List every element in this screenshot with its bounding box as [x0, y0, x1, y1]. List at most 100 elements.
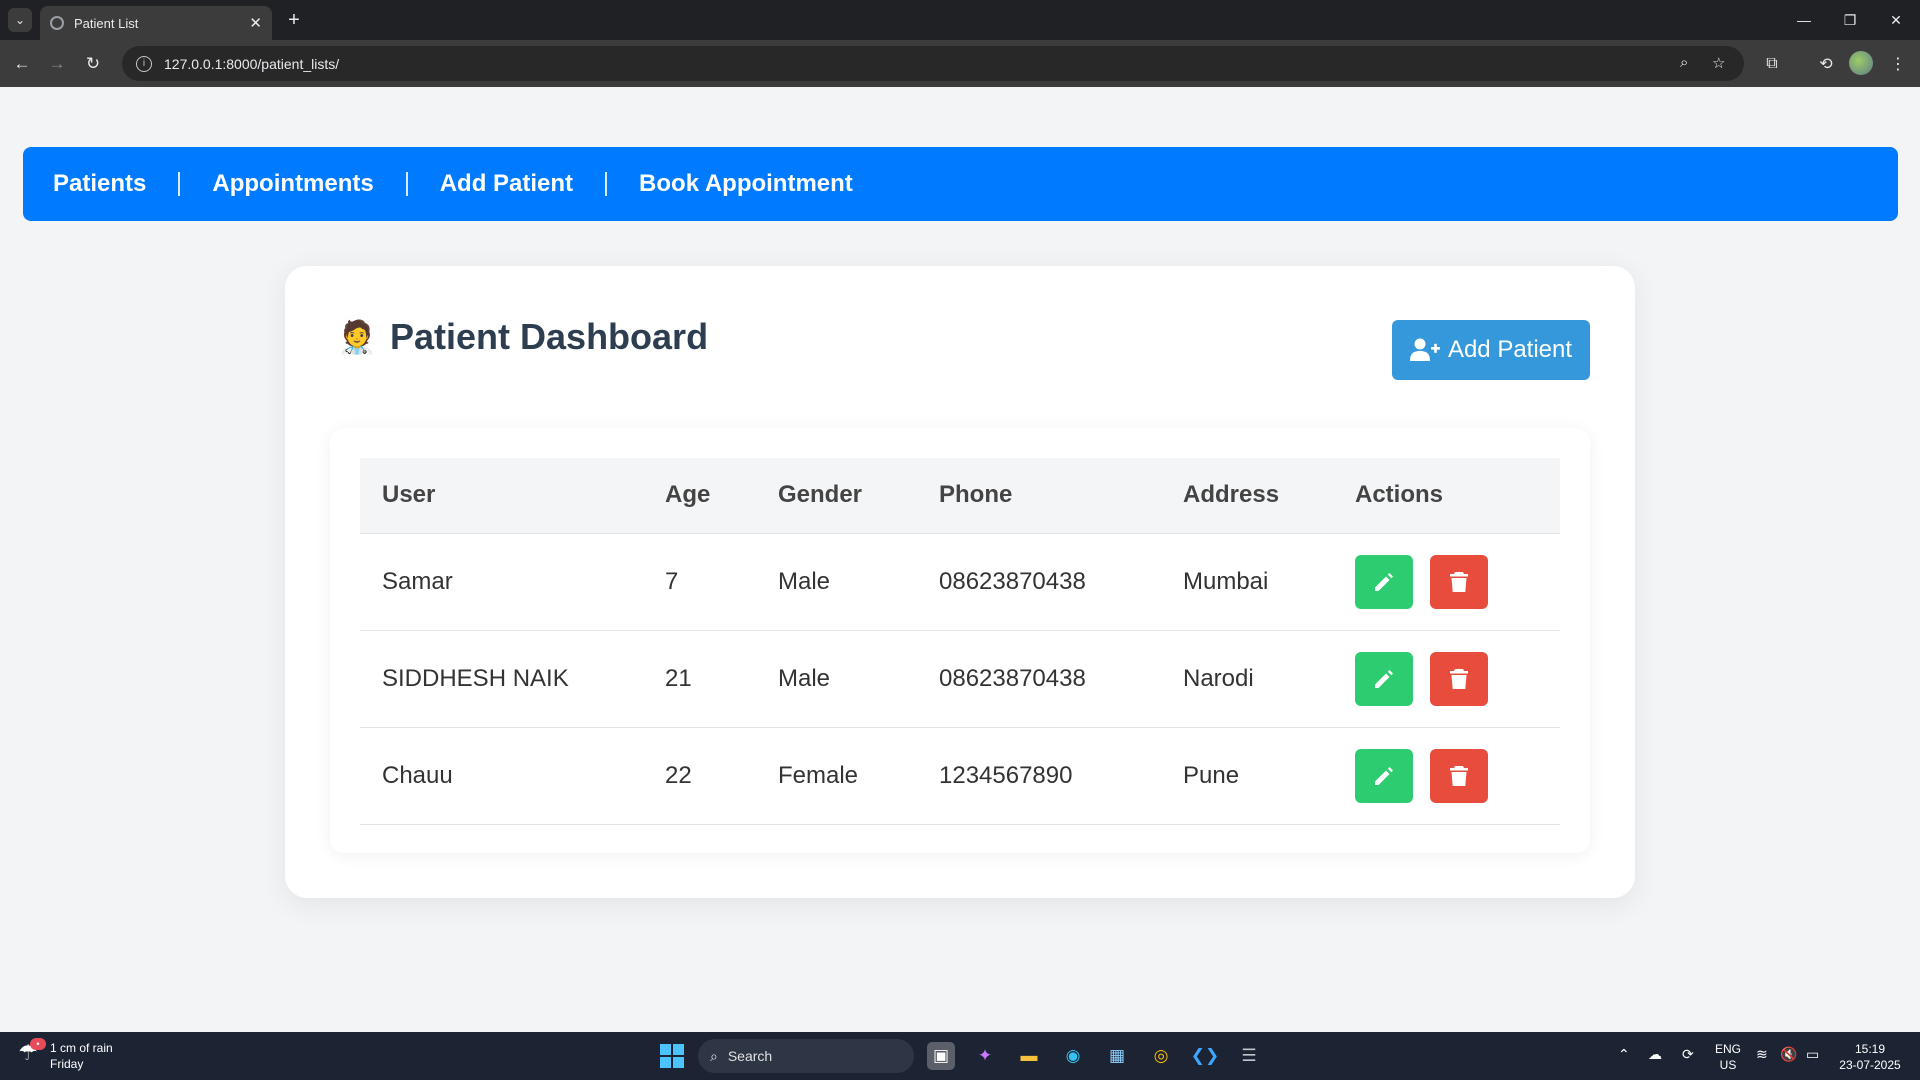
nav-link-patients[interactable]: Patients — [53, 170, 146, 198]
sync-icon[interactable]: ⟲ — [1814, 52, 1838, 76]
windows-start-icon[interactable] — [660, 1044, 684, 1068]
cell-age: 7 — [643, 533, 756, 631]
delete-button[interactable] — [1430, 748, 1488, 803]
reload-icon[interactable]: ↻ — [79, 50, 107, 78]
language-indicator[interactable]: ENG US — [1714, 1041, 1742, 1073]
column-header-gender: Gender — [756, 458, 917, 534]
cell-actions — [1333, 727, 1560, 825]
close-tab-icon[interactable]: ✕ — [249, 14, 262, 32]
weather-widget[interactable]: 1 cm of rain Friday — [50, 1040, 113, 1072]
cell-phone: 08623870438 — [917, 630, 1161, 728]
browser-toolbar: ← → ↻ i 127.0.0.1:8000/patient_lists/ ⌕ … — [0, 40, 1920, 87]
site-info-icon[interactable]: i — [136, 55, 152, 72]
extensions-icon[interactable]: ⧉ — [1760, 52, 1784, 76]
weather-summary: 1 cm of rain — [50, 1041, 113, 1055]
weather-alert-badge: • — [30, 1038, 46, 1050]
url-text: 127.0.0.1:8000/patient_lists/ — [164, 55, 340, 72]
edit-button[interactable] — [1355, 554, 1413, 609]
taskbar-search[interactable]: ⌕ Search — [698, 1039, 914, 1073]
nav-divider — [178, 172, 181, 196]
search-icon: ⌕ — [710, 1047, 718, 1064]
menu-kebab-icon[interactable]: ⋮ — [1886, 52, 1910, 76]
column-header-user: User — [360, 458, 643, 534]
cell-user: Chauu — [360, 727, 643, 825]
nav-divider — [405, 172, 408, 196]
trash-icon — [1450, 668, 1468, 689]
main-navbar: Patients Appointments Add Patient Book A… — [23, 147, 1898, 221]
user-plus-icon — [1409, 338, 1440, 361]
forward-icon[interactable]: → — [43, 50, 71, 78]
taskbar-search-label: Search — [727, 1048, 773, 1064]
volume-muted-icon[interactable]: 🔇 — [1780, 1046, 1797, 1063]
cell-gender: Female — [756, 727, 917, 825]
delete-button[interactable] — [1430, 554, 1488, 609]
trash-icon — [1450, 571, 1468, 592]
back-icon[interactable]: ← — [8, 50, 36, 78]
battery-icon[interactable]: ▭ — [1806, 1046, 1819, 1063]
table-row: Samar 7 Male 08623870438 Mumbai — [360, 533, 1560, 631]
tab-search-button[interactable]: ⌄ — [8, 8, 32, 32]
region-code: US — [1719, 1058, 1737, 1072]
edit-button[interactable] — [1355, 748, 1413, 803]
language-code: ENG — [1714, 1042, 1741, 1056]
restore-button[interactable]: ❐ — [1830, 6, 1870, 34]
doctor-emoji-icon: 🧑‍⚕️ — [337, 319, 377, 355]
zoom-icon[interactable]: ⌕ — [1680, 54, 1688, 71]
wifi-icon[interactable]: ≋ — [1756, 1046, 1768, 1063]
tray-overflow-icon[interactable]: ⌃ — [1618, 1046, 1630, 1063]
cell-user: Samar — [360, 533, 643, 631]
vscode-icon[interactable]: ❮❯ — [1191, 1042, 1220, 1070]
add-patient-label: Add Patient — [1447, 336, 1573, 363]
cell-age: 21 — [643, 630, 756, 728]
store-icon[interactable]: ▦ — [1103, 1042, 1131, 1070]
cell-actions — [1333, 630, 1560, 728]
column-header-age: Age — [643, 458, 756, 534]
column-header-phone: Phone — [917, 458, 1161, 534]
pencil-icon — [1375, 572, 1393, 591]
table-row: Chauu 22 Female 1234567890 Pune — [360, 727, 1560, 825]
patients-table: User Age Gender Phone Address Actions Sa… — [360, 458, 1560, 825]
windows-taskbar: ☂ • 1 cm of rain Friday ⌕ Search ▣ ✦ ▬ ◉… — [0, 1032, 1920, 1080]
copilot-icon[interactable]: ✦ — [971, 1042, 999, 1070]
add-patient-button[interactable]: Add Patient — [1392, 320, 1590, 380]
task-view-icon[interactable]: ▣ — [927, 1042, 955, 1070]
pencil-icon — [1375, 766, 1393, 785]
browser-tab[interactable]: Patient List ✕ — [40, 6, 272, 40]
cell-address: Mumbai — [1161, 533, 1333, 631]
pencil-icon — [1375, 669, 1393, 688]
globe-icon — [50, 16, 64, 30]
cell-actions — [1333, 533, 1560, 631]
profile-avatar[interactable] — [1849, 51, 1873, 75]
browser-tabstrip: ⌄ Patient List ✕ + — ❐ ✕ — [0, 0, 1920, 40]
tab-title: Patient List — [74, 15, 139, 31]
cell-gender: Male — [756, 533, 917, 631]
minimize-button[interactable]: — — [1784, 6, 1824, 34]
file-explorer-icon[interactable]: ▬ — [1015, 1042, 1043, 1070]
cell-user: SIDDHESH NAIK — [360, 630, 643, 728]
address-bar[interactable]: i 127.0.0.1:8000/patient_lists/ ⌕ ☆ — [122, 46, 1744, 81]
clock[interactable]: 15:19 23-07-2025 — [1832, 1041, 1908, 1073]
table-header-row: User Age Gender Phone Address Actions — [360, 458, 1560, 534]
new-tab-button[interactable]: + — [282, 8, 306, 32]
nav-link-book-appointment[interactable]: Book Appointment — [639, 170, 853, 198]
nav-link-add-patient[interactable]: Add Patient — [440, 170, 573, 198]
table-row: SIDDHESH NAIK 21 Male 08623870438 Narodi — [360, 630, 1560, 728]
patients-table-container: User Age Gender Phone Address Actions Sa… — [330, 428, 1590, 853]
close-window-button[interactable]: ✕ — [1876, 6, 1916, 34]
cell-address: Pune — [1161, 727, 1333, 825]
weather-day: Friday — [50, 1057, 84, 1071]
edit-button[interactable] — [1355, 651, 1413, 706]
edge-browser-icon[interactable]: ◉ — [1059, 1042, 1087, 1070]
onedrive-icon[interactable]: ☁ — [1648, 1046, 1662, 1063]
nav-divider — [605, 172, 608, 196]
column-header-actions: Actions — [1333, 458, 1560, 534]
bookmark-star-icon[interactable]: ☆ — [1712, 54, 1725, 72]
update-icon[interactable]: ⟳ — [1682, 1046, 1694, 1063]
clock-date: 23-07-2025 — [1839, 1058, 1901, 1072]
dashboard-card: 🧑‍⚕️ Patient Dashboard Add Patient User … — [285, 266, 1635, 898]
nav-link-appointments[interactable]: Appointments — [212, 170, 373, 198]
database-icon[interactable]: ☰ — [1235, 1042, 1263, 1070]
chrome-icon[interactable]: ◎ — [1147, 1042, 1175, 1070]
delete-button[interactable] — [1430, 651, 1488, 706]
cell-age: 22 — [643, 727, 756, 825]
